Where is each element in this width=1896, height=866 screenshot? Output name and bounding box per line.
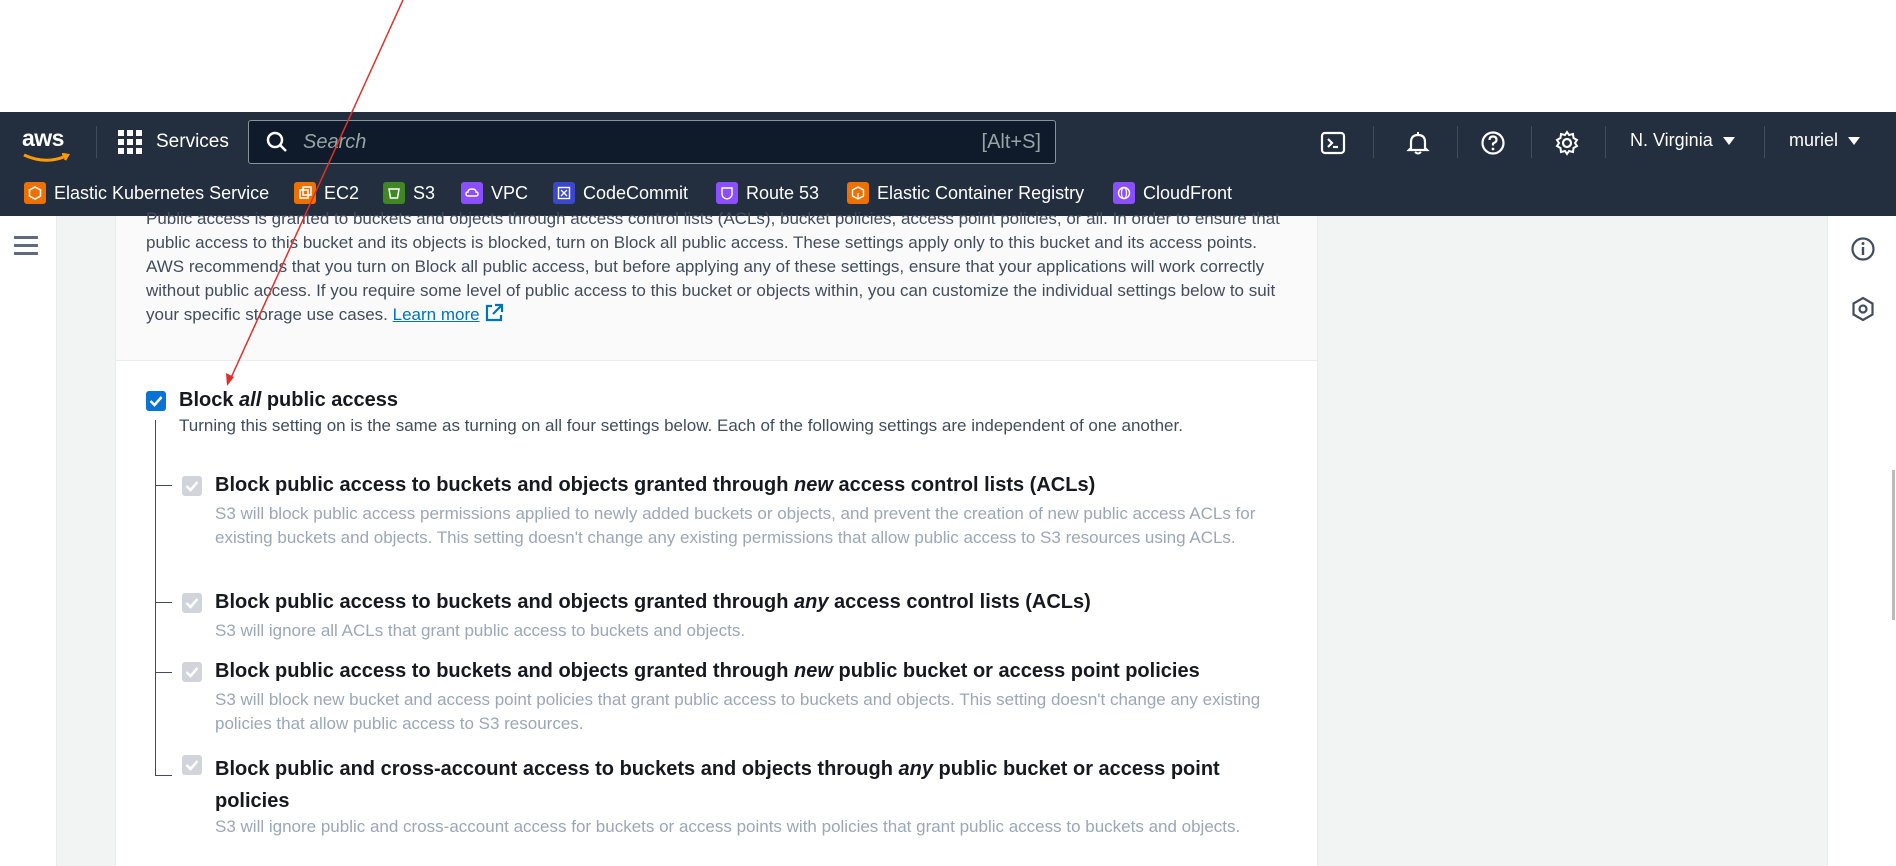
hexagon-settings-icon[interactable] [1850, 296, 1876, 322]
setting-new-policies-description: S3 will block new bucket and access poin… [215, 690, 1261, 733]
region-label: N. Virginia [1630, 130, 1713, 150]
search-input[interactable] [301, 129, 982, 155]
page-scrollbar[interactable] [1892, 470, 1895, 620]
nav-separator [1457, 126, 1458, 158]
search-shortcut: [Alt+S] [981, 130, 1041, 153]
favorite-eks[interactable]: Elastic Kubernetes Service [24, 181, 269, 205]
section-description: Public access is granted to buckets and … [146, 209, 1280, 324]
help-icon [1481, 131, 1505, 155]
right-tools-rail [1827, 216, 1896, 866]
terminal-icon [1320, 131, 1346, 155]
setting-any-acls-checkbox[interactable] [182, 593, 202, 613]
favorite-codecommit[interactable]: CodeCommit [553, 181, 688, 205]
caret-down-icon [1848, 136, 1861, 145]
ecr-icon [847, 182, 869, 204]
s3-icon [383, 182, 405, 204]
setting-any-acls-description: S3 will ignore all ACLs that grant publi… [215, 621, 746, 640]
account-menu[interactable]: muriel [1789, 130, 1861, 151]
nav-separator [1531, 126, 1532, 158]
setting-new-policies-checkbox[interactable] [182, 662, 202, 682]
favorite-route53[interactable]: Route 53 [716, 181, 819, 205]
tree-line [155, 420, 156, 775]
settings-button[interactable] [1552, 128, 1582, 158]
route53-icon [716, 182, 738, 204]
cloudfront-icon [1113, 182, 1135, 204]
aws-smile-icon [23, 152, 71, 162]
setting-new-acls-description: S3 will block public access permissions … [215, 504, 1256, 547]
setting-new-acls-checkbox[interactable] [182, 476, 202, 496]
nav-separator [96, 126, 97, 158]
nav-main-row: aws Services [Alt+S] [0, 112, 1896, 172]
favorite-vpc[interactable]: VPC [461, 181, 528, 205]
learn-more-link[interactable]: Learn more [393, 305, 480, 324]
codecommit-icon [553, 182, 575, 204]
aws-top-navigation: aws Services [Alt+S] [0, 112, 1896, 216]
search-icon [266, 131, 287, 152]
panel-header: Public access is granted to buckets and … [116, 209, 1317, 361]
vpc-icon [461, 182, 483, 204]
info-icon[interactable] [1850, 236, 1876, 262]
caret-down-icon [1722, 136, 1735, 145]
block-all-public-access-checkbox[interactable] [146, 391, 166, 411]
blank-top-area [0, 0, 1896, 112]
tree-branch [155, 672, 172, 673]
nav-separator [1764, 126, 1765, 158]
services-label: Services [156, 131, 229, 152]
favorite-cloudfront[interactable]: CloudFront [1113, 181, 1232, 205]
favorite-ec2[interactable]: EC2 [294, 181, 359, 205]
tree-branch [155, 602, 172, 603]
menu-icon[interactable] [14, 236, 38, 256]
search-bar[interactable]: [Alt+S] [248, 120, 1056, 164]
favorite-s3[interactable]: S3 [383, 181, 435, 205]
ec2-icon [294, 182, 316, 204]
tree-branch [155, 775, 172, 776]
setting-new-policies-label[interactable]: Block public access to buckets and objec… [215, 660, 1200, 683]
favorite-ecr[interactable]: Elastic Container Registry [847, 181, 1084, 205]
region-selector[interactable]: N. Virginia [1630, 130, 1735, 151]
checkmark-icon [185, 481, 199, 492]
bell-icon [1406, 132, 1430, 155]
setting-any-policies-label[interactable]: Block public and cross-account access to… [215, 753, 1275, 817]
left-navigation-rail [0, 216, 57, 866]
external-link-icon[interactable] [484, 303, 504, 323]
checkmark-icon [185, 598, 199, 609]
checkmark-icon [149, 396, 163, 407]
setting-any-policies-checkbox[interactable] [182, 755, 202, 775]
nav-separator [1373, 126, 1374, 158]
services-menu-button[interactable]: Services [118, 127, 229, 157]
notifications-button[interactable] [1403, 128, 1433, 158]
setting-new-acls-label[interactable]: Block public access to buckets and objec… [215, 474, 1095, 497]
setting-any-policies-description: S3 will ignore public and cross-account … [215, 817, 1241, 836]
grid-icon [118, 130, 142, 154]
user-label: muriel [1789, 130, 1839, 150]
setting-any-acls-label[interactable]: Block public access to buckets and objec… [215, 591, 1091, 614]
aws-logo[interactable]: aws [22, 126, 72, 162]
nav-separator [1605, 126, 1606, 158]
gear-icon [1555, 130, 1579, 156]
eks-icon [24, 182, 46, 204]
tree-branch [155, 485, 172, 486]
block-all-description: Turning this setting on is the same as t… [179, 416, 1183, 435]
checkmark-icon [185, 760, 199, 771]
checkmark-icon [185, 667, 199, 678]
block-all-public-access-label[interactable]: Block all public access [179, 389, 398, 412]
cloudshell-button[interactable] [1318, 128, 1348, 158]
help-button[interactable] [1478, 128, 1508, 158]
